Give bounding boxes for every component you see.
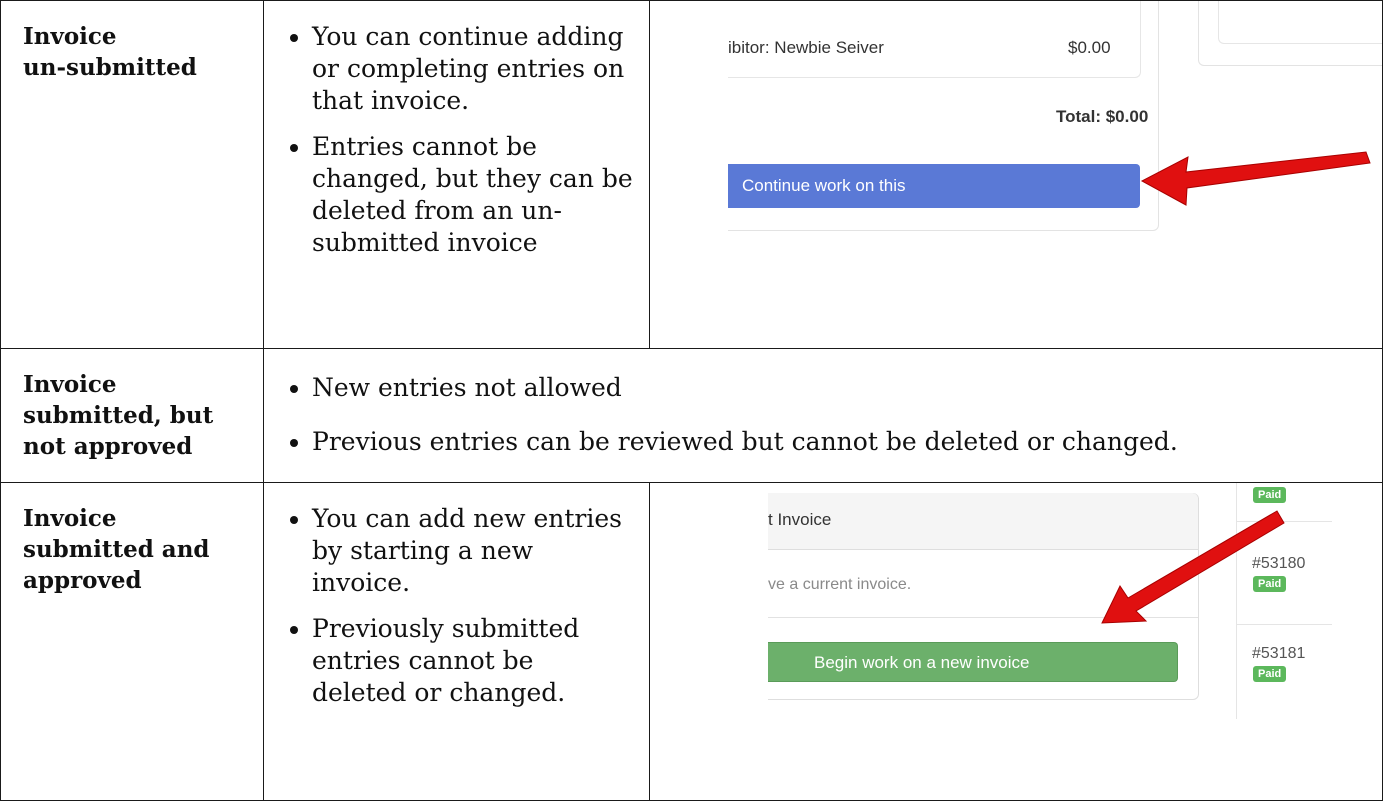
rules-list: You can continue adding or completing en…: [264, 1, 649, 259]
screenshot-continue-invoice: ibitor: Newbie Seiver $0.00 Total: $0.00…: [650, 1, 1382, 348]
status-label: Invoice submitted and approved: [23, 505, 210, 594]
list-item: Previous entries can be reviewed but can…: [312, 426, 1368, 458]
status-label: Invoice submitted, but not approved: [23, 371, 214, 460]
status-label: Invoice un-submitted: [23, 23, 197, 81]
list-item: You can add new entries by starting a ne…: [312, 503, 635, 599]
rules-cell: You can add new entries by starting a ne…: [263, 482, 650, 801]
invoice-status-table: Invoice un-submitted You can continue ad…: [0, 0, 1383, 801]
screenshot-cell: ibitor: Newbie Seiver $0.00 Total: $0.00…: [649, 0, 1383, 349]
table-row: Invoice submitted, but not approved New …: [0, 348, 1383, 483]
rules-cell: New entries not allowed Previous entries…: [263, 348, 1383, 483]
status-label-cell: Invoice submitted and approved: [0, 482, 264, 801]
red-arrow-icon: [1101, 510, 1285, 624]
red-arrow-icon: [1140, 151, 1371, 206]
table-row: Invoice un-submitted You can continue ad…: [0, 0, 1383, 349]
status-label-cell: Invoice un-submitted: [0, 0, 264, 349]
rules-list: You can add new entries by starting a ne…: [264, 483, 649, 709]
rules-cell: You can continue adding or completing en…: [263, 0, 650, 349]
list-item: Previously submitted entries cannot be d…: [312, 613, 635, 709]
list-item: Entries cannot be changed, but they can …: [312, 131, 635, 259]
status-label-cell: Invoice submitted, but not approved: [0, 348, 264, 483]
list-item: New entries not allowed: [312, 372, 1368, 404]
list-item: You can continue adding or completing en…: [312, 21, 635, 117]
rules-list: New entries not allowed Previous entries…: [264, 349, 1382, 458]
screenshot-new-invoice: t Invoice ve a current invoice. Begin wo…: [650, 483, 1382, 800]
table-row: Invoice submitted and approved You can a…: [0, 482, 1383, 801]
screenshot-cell: t Invoice ve a current invoice. Begin wo…: [649, 482, 1383, 801]
